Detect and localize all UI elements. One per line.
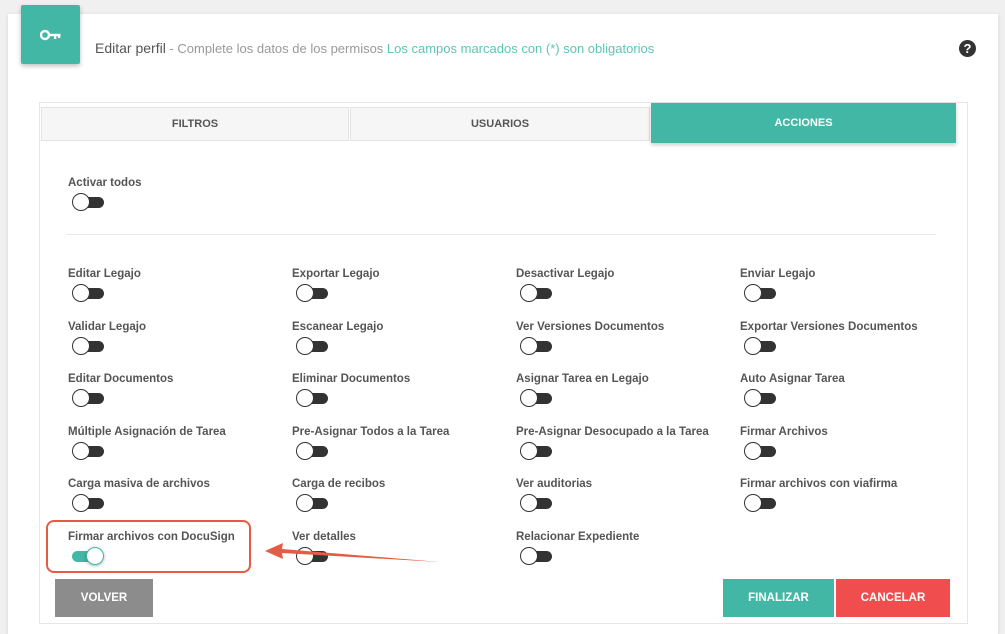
perm-toggle-editar-legajo[interactable] xyxy=(72,284,104,302)
required-note: Los campos marcados con (*) son obligato… xyxy=(386,41,655,56)
question-circle-icon[interactable]: ? xyxy=(959,40,976,57)
perm-toggle-carga-de-recibos[interactable] xyxy=(296,494,328,512)
perm-label-carga-masiva-de-archivos: Carga masiva de archivos xyxy=(68,478,210,490)
perm-toggle-editar-documentos[interactable] xyxy=(72,389,104,407)
perm-toggle-pre-asignar-todos-a-la-tarea[interactable] xyxy=(296,442,328,460)
perm-label-firmar-archivos: Firmar Archivos xyxy=(740,426,828,438)
perm-label-desactivar-legajo: Desactivar Legajo xyxy=(516,268,615,280)
perm-toggle-auto-asignar-tarea[interactable] xyxy=(744,389,776,407)
perm-label-escanear-legajo: Escanear Legajo xyxy=(292,321,384,333)
header-separator: - xyxy=(165,41,178,56)
finalizar-button[interactable]: FINALIZAR xyxy=(723,579,834,617)
perm-toggle-escanear-legajo[interactable] xyxy=(296,337,328,355)
perm-toggle-firmar-archivos-con-viafirma[interactable] xyxy=(744,494,776,512)
perm-toggle-ver-versiones-documentos[interactable] xyxy=(520,337,552,355)
perm-label-eliminar-documentos: Eliminar Documentos xyxy=(292,373,411,385)
perm-label-validar-legajo: Validar Legajo xyxy=(68,321,146,333)
volver-button[interactable]: VOLVER xyxy=(55,579,153,617)
perm-label-pre-asignar-todos-a-la-tarea: Pre-Asignar Todos a la Tarea xyxy=(292,426,450,438)
perm-toggle-eliminar-documentos[interactable] xyxy=(296,389,328,407)
perm-toggle-relacionar-expediente[interactable] xyxy=(520,547,552,565)
key-icon xyxy=(39,29,60,40)
perm-label-carga-de-recibos: Carga de recibos xyxy=(292,478,386,490)
tab-bar: FILTROS USUARIOS ACCIONES xyxy=(40,103,967,143)
tab-acciones[interactable]: ACCIONES xyxy=(651,103,956,143)
perm-toggle-carga-masiva-de-archivos[interactable] xyxy=(72,494,104,512)
perm-toggle-ver-detalles[interactable] xyxy=(296,547,328,565)
perm-label-auto-asignar-tarea: Auto Asignar Tarea xyxy=(740,373,845,385)
perm-label-multiple-asignacion-de-tarea: Múltiple Asignación de Tarea xyxy=(68,426,226,438)
perm-label-asignar-tarea-en-legajo: Asignar Tarea en Legajo xyxy=(516,373,649,385)
key-badge xyxy=(21,5,80,64)
perm-toggle-desactivar-legajo[interactable] xyxy=(520,284,552,302)
perm-toggle-validar-legajo[interactable] xyxy=(72,337,104,355)
perm-label-editar-legajo: Editar Legajo xyxy=(68,268,141,280)
perm-label-ver-versiones-documentos: Ver Versiones Documentos xyxy=(516,321,665,333)
perm-toggle-pre-asignar-desocupado-a-la-tarea[interactable] xyxy=(520,442,552,460)
annotation-highlight-box xyxy=(46,520,251,573)
tab-filtros[interactable]: FILTROS xyxy=(41,107,349,141)
perm-label-pre-asignar-desocupado-a-la-tarea: Pre-Asignar Desocupado a la Tarea xyxy=(516,426,709,438)
perm-label-relacionar-expediente: Relacionar Expediente xyxy=(516,531,640,543)
perm-toggle-exportar-versiones-documentos[interactable] xyxy=(744,337,776,355)
page-title: Editar perfil xyxy=(95,40,166,56)
perm-label-exportar-versiones-documentos: Exportar Versiones Documentos xyxy=(740,321,918,333)
perm-toggle-enviar-legajo[interactable] xyxy=(744,284,776,302)
cancelar-button[interactable]: CANCELAR xyxy=(836,579,950,617)
page-header: Editar perfil - Complete los datos de lo… xyxy=(95,40,654,56)
perm-label-firmar-archivos-con-viafirma: Firmar archivos con viafirma xyxy=(740,478,898,490)
perm-label-editar-documentos: Editar Documentos xyxy=(68,373,174,385)
perm-toggle-firmar-archivos[interactable] xyxy=(744,442,776,460)
tab-usuarios[interactable]: USUARIOS xyxy=(350,107,650,141)
perm-toggle-asignar-tarea-en-legajo[interactable] xyxy=(520,389,552,407)
perm-toggle-ver-auditorias[interactable] xyxy=(520,494,552,512)
perm-toggle-multiple-asignacion-de-tarea[interactable] xyxy=(72,442,104,460)
perm-label-ver-detalles: Ver detalles xyxy=(292,531,356,543)
page-subtitle: Complete los datos de los permisos xyxy=(177,41,387,56)
perm-label-ver-auditorias: Ver auditorias xyxy=(516,478,593,490)
activar-todos-label: Activar todos xyxy=(68,177,142,189)
perm-label-exportar-legajo: Exportar Legajo xyxy=(292,268,380,280)
perm-toggle-exportar-legajo[interactable] xyxy=(296,284,328,302)
section-divider xyxy=(67,234,936,235)
perm-label-enviar-legajo: Enviar Legajo xyxy=(740,268,816,280)
activar-todos-toggle[interactable] xyxy=(72,193,104,211)
